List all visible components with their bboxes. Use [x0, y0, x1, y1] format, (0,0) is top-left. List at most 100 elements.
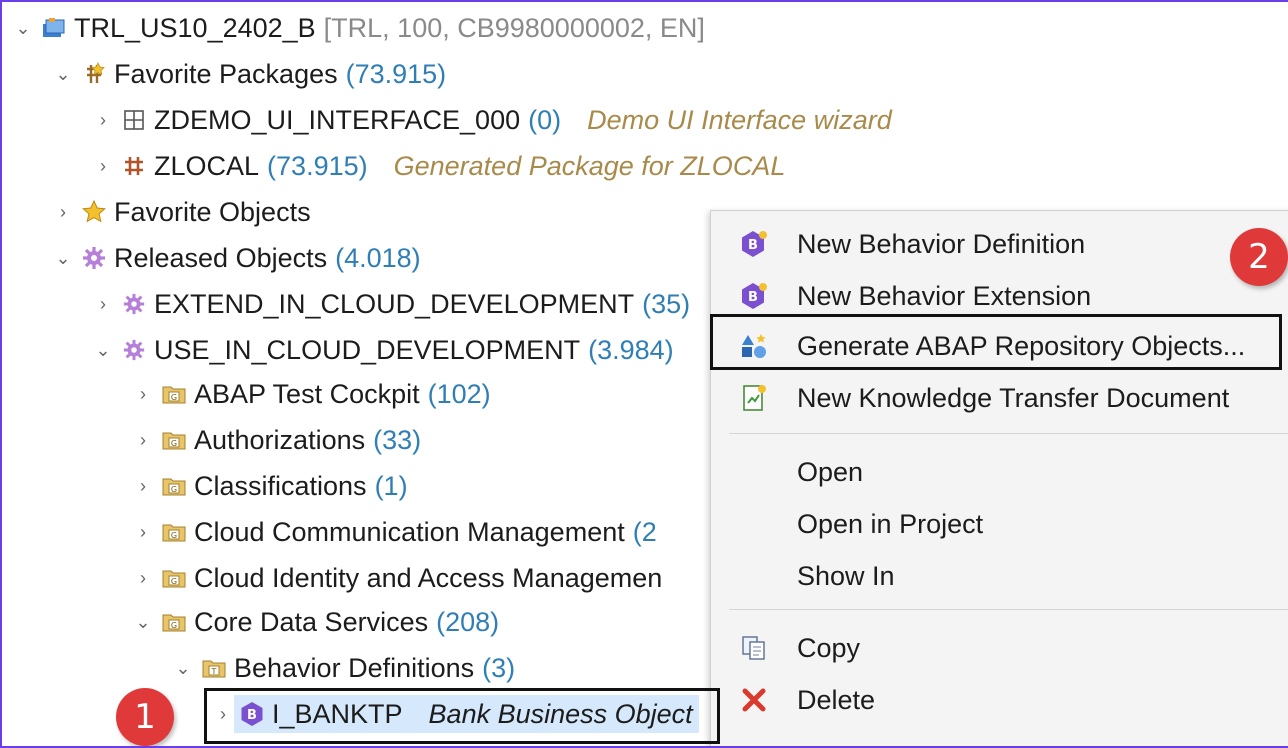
project-label: TRL_US10_2402_B [74, 12, 316, 43]
chevron-right-icon[interactable]: › [92, 110, 114, 131]
menu-item-new-behavior-extension[interactable]: B New Behavior Extension [711, 273, 1288, 319]
favorite-packages-count: (73.915) [345, 58, 447, 89]
chevron-down-icon[interactable]: ⌄ [172, 658, 194, 679]
classifications-label: Classifications [194, 470, 367, 501]
menu-item-open-in-project[interactable]: Open in Project [711, 501, 1288, 547]
chevron-right-icon[interactable]: › [132, 568, 154, 589]
chevron-down-icon[interactable]: ⌄ [52, 64, 74, 85]
tree-row-use-in-cloud[interactable]: ⌄ USE_IN_CLOUD_DEVELOPMENT (3.984) [92, 330, 674, 370]
context-menu: B New Behavior Definition B New Behavior… [710, 210, 1288, 746]
abap-project-icon [40, 14, 68, 42]
chevron-down-icon[interactable]: ⌄ [92, 340, 114, 361]
project-explorer: ⌄ TRL_US10_2402_B [TRL, 100, CB998000000… [0, 0, 1288, 748]
svg-text:T: T [211, 667, 217, 676]
cds-count: (208) [436, 606, 500, 637]
menu-item-show-in[interactable]: Show In [711, 553, 1288, 599]
use-label: USE_IN_CLOUD_DEVELOPMENT [154, 334, 581, 365]
highlight-box-i-banktp [204, 688, 720, 744]
tree-row-behavior-definitions[interactable]: ⌄ T Behavior Definitions (3) [172, 648, 515, 688]
chevron-down-icon[interactable]: ⌄ [12, 18, 34, 39]
star-icon [80, 198, 108, 226]
folder-icon: G [160, 564, 188, 592]
tree-row-atc[interactable]: › G ABAP Test Cockpit (102) [132, 374, 491, 414]
svg-text:G: G [171, 577, 177, 586]
tree-row-core-data-services[interactable]: ⌄ G Core Data Services (208) [132, 602, 499, 642]
released-objects-count: (4.018) [335, 242, 421, 273]
authorizations-count: (33) [373, 424, 422, 455]
tree-row-extend-in-cloud[interactable]: › EXTEND_IN_CLOUD_DEVELOPMENT (35) [92, 284, 690, 324]
zdemo-description: Demo UI Interface wizard [587, 104, 892, 135]
favorite-package-icon [80, 60, 108, 88]
tree-row-cloud-communication[interactable]: › G Cloud Communication Management (2 [132, 512, 657, 552]
svg-text:G: G [171, 393, 177, 402]
authorizations-label: Authorizations [194, 424, 366, 455]
ciam-label: Cloud Identity and Access Managemen [194, 562, 663, 593]
menu-label: Copy [797, 632, 861, 663]
released-objects-label: Released Objects [114, 242, 328, 273]
folder-icon: G [160, 608, 188, 636]
extend-count: (35) [642, 288, 691, 319]
delete-x-icon [733, 685, 775, 715]
classifications-count: (1) [374, 470, 408, 501]
svg-text:G: G [171, 531, 177, 540]
gear-icon [120, 336, 148, 364]
local-package-icon [120, 152, 148, 180]
menu-label: New Knowledge Transfer Document [797, 382, 1230, 413]
menu-item-open[interactable]: Open [711, 449, 1288, 495]
menu-item-delete[interactable]: Delete [711, 677, 1288, 723]
zlocal-label: ZLOCAL [154, 150, 260, 181]
menu-label: New Behavior Extension [797, 280, 1092, 311]
atc-count: (102) [427, 378, 491, 409]
chevron-right-icon[interactable]: › [132, 476, 154, 497]
chevron-right-icon[interactable]: › [92, 294, 114, 315]
favorite-packages-label: Favorite Packages [114, 58, 338, 89]
chevron-down-icon[interactable]: ⌄ [132, 612, 154, 633]
tree-row-project[interactable]: ⌄ TRL_US10_2402_B [TRL, 100, CB998000000… [12, 8, 704, 48]
zlocal-count: (73.915) [267, 150, 368, 181]
tree-row-authorizations[interactable]: › G Authorizations (33) [132, 420, 421, 460]
type-folder-icon: T [200, 654, 228, 682]
chevron-down-icon[interactable]: ⌄ [52, 248, 74, 269]
step-badge-2: 2 [1230, 228, 1288, 286]
menu-separator [729, 433, 1288, 434]
tree-row-zdemo[interactable]: › ZDEMO_UI_INTERFACE_000 (0) Demo UI Int… [92, 100, 892, 140]
menu-label: Delete [797, 684, 876, 715]
bdef-label: Behavior Definitions [234, 652, 475, 683]
menu-label: Show In [797, 560, 895, 591]
menu-item-copy[interactable]: Copy [711, 625, 1288, 671]
svg-text:G: G [171, 439, 177, 448]
extend-label: EXTEND_IN_CLOUD_DEVELOPMENT [154, 288, 635, 319]
menu-item-new-behavior-definition[interactable]: B New Behavior Definition [711, 221, 1288, 267]
svg-text:G: G [171, 485, 177, 494]
menu-label: Open in Project [797, 508, 984, 539]
menu-label: Open [797, 456, 864, 487]
tree-row-classifications[interactable]: › G Classifications (1) [132, 466, 408, 506]
tree-row-zlocal[interactable]: › ZLOCAL (73.915) Generated Package for … [92, 146, 785, 186]
step-badge-1: 1 [116, 688, 174, 746]
svg-text:B: B [748, 290, 758, 305]
chevron-right-icon[interactable]: › [52, 202, 74, 223]
bdef-count: (3) [482, 652, 516, 683]
gear-icon [120, 290, 148, 318]
folder-icon: G [160, 518, 188, 546]
chevron-right-icon[interactable]: › [132, 384, 154, 405]
package-icon [120, 106, 148, 134]
knowledge-transfer-document-icon [733, 383, 775, 413]
menu-separator [729, 609, 1288, 610]
svg-text:B: B [748, 238, 758, 253]
menu-item-new-knowledge-transfer-document[interactable]: New Knowledge Transfer Document [711, 375, 1288, 421]
chevron-right-icon[interactable]: › [132, 522, 154, 543]
folder-icon: G [160, 380, 188, 408]
new-behavior-extension-icon: B [733, 281, 775, 311]
tree-row-released-objects[interactable]: ⌄ Released Objects (4.018) [52, 238, 421, 278]
copy-icon [733, 633, 775, 663]
chevron-right-icon[interactable]: › [132, 430, 154, 451]
use-count: (3.984) [588, 334, 674, 365]
tree-row-cloud-identity[interactable]: › G Cloud Identity and Access Managemen [132, 558, 662, 598]
zlocal-description: Generated Package for ZLOCAL [393, 150, 786, 181]
tree-row-favorite-objects[interactable]: › Favorite Objects [52, 192, 311, 232]
chevron-right-icon[interactable]: › [92, 156, 114, 177]
menu-label: New Behavior Definition [797, 228, 1086, 259]
highlight-box-generate [710, 314, 1282, 370]
tree-row-favorite-packages[interactable]: ⌄ Favorite Packages (73.915) [52, 54, 446, 94]
